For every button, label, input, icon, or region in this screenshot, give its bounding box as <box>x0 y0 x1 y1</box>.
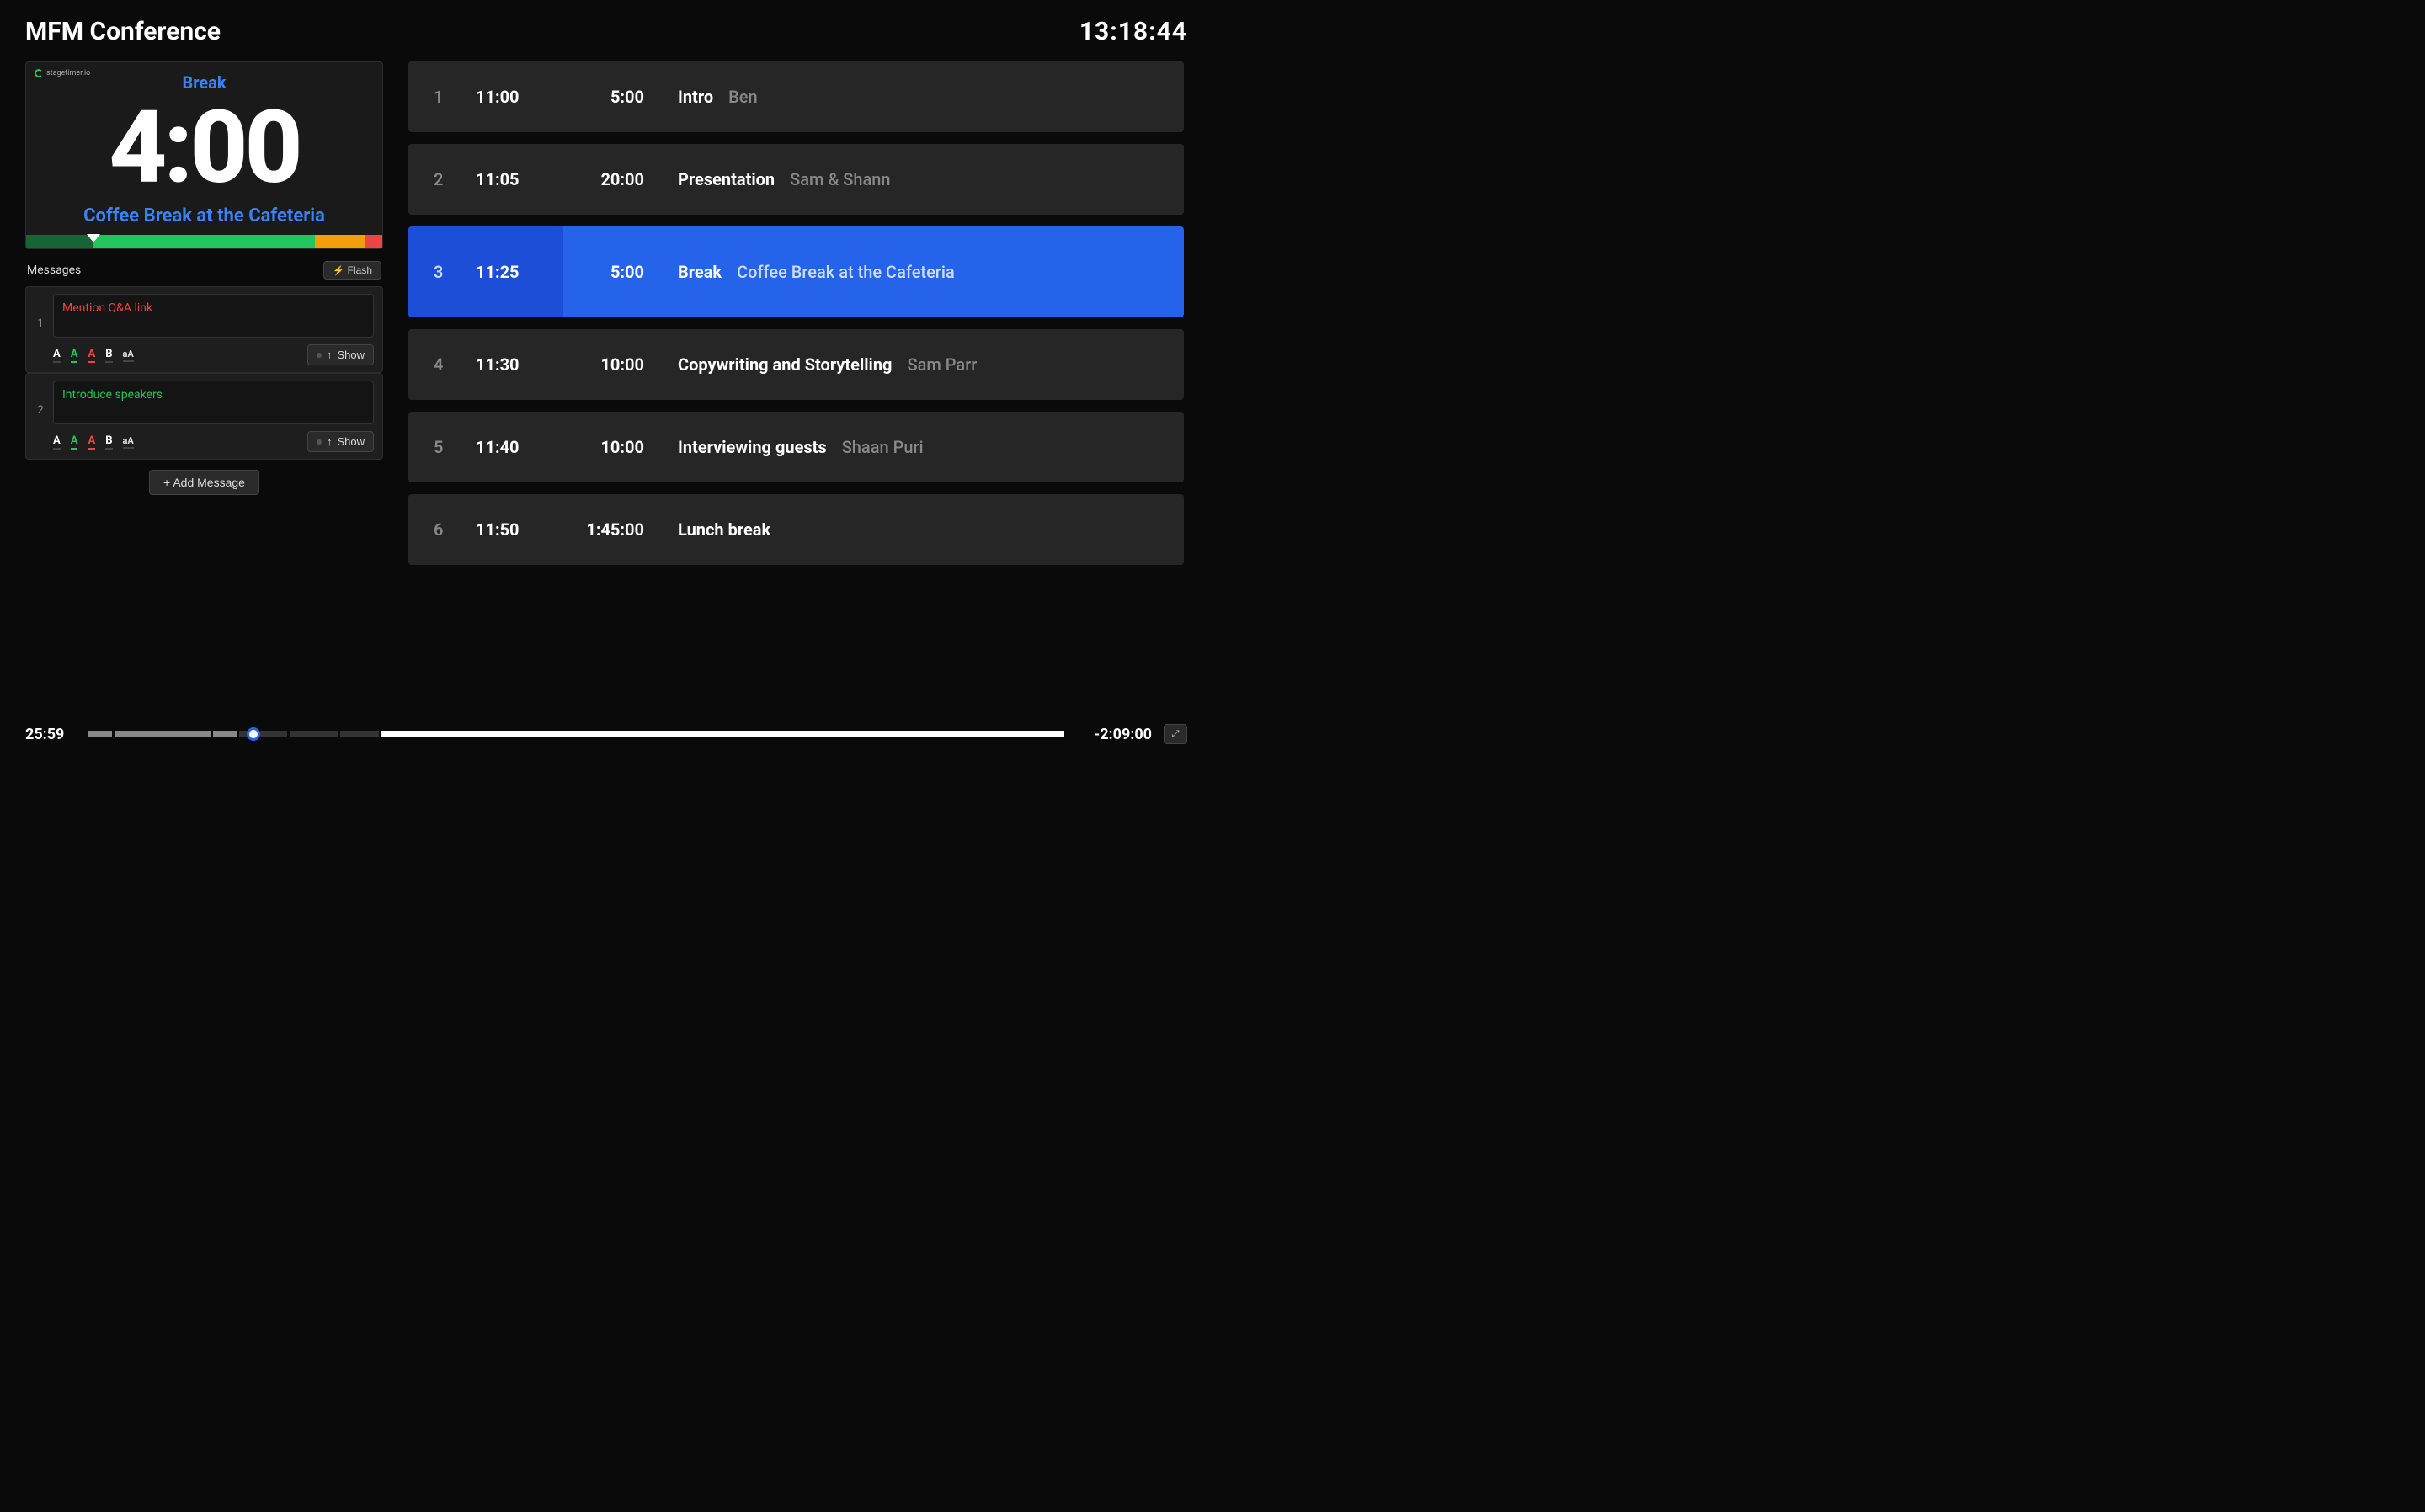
preview-time: 4:00 <box>35 98 374 199</box>
agenda-row[interactable]: 6 11:50 1:45:00 Lunch break <box>408 494 1184 565</box>
format-toolbar: A A A B aA <box>53 434 134 450</box>
bold-button[interactable]: B <box>105 348 112 363</box>
arrow-up-icon: ↑ <box>327 349 333 361</box>
agenda-start-time: 11:05 <box>476 169 568 189</box>
header: MFM Conference 13:18:44 <box>25 17 1187 46</box>
color-red-button[interactable]: A <box>88 434 95 450</box>
clock: 13:18:44 <box>1079 17 1187 46</box>
agenda-duration: 1:45:00 <box>568 519 678 540</box>
flash-button[interactable]: ⚡ Flash <box>323 261 381 280</box>
timeline-segment <box>381 731 1064 737</box>
case-button[interactable]: aA <box>123 435 134 449</box>
brand-logo: stagetimer.io <box>35 69 90 77</box>
color-white-button[interactable]: A <box>53 434 61 450</box>
message-card: 2 Introduce speakers A A A B aA ↑ Show <box>25 373 383 460</box>
progress-marker-icon <box>87 234 100 242</box>
agenda-number: 3 <box>434 262 476 282</box>
agenda-number: 5 <box>434 437 476 457</box>
message-card: 1 Mention Q&A link A A A B aA ↑ Show <box>25 286 383 373</box>
agenda-speaker: Sam Parr <box>907 354 977 375</box>
timeline-thumb[interactable] <box>247 727 260 741</box>
timeline-segment <box>115 731 211 737</box>
agenda-duration: 5:00 <box>568 87 678 107</box>
message-input[interactable]: Mention Q&A link <box>53 294 374 338</box>
timeline-segment <box>88 731 112 737</box>
bold-button[interactable]: B <box>105 434 112 450</box>
agenda-start-time: 11:50 <box>476 519 568 540</box>
agenda-row[interactable]: 4 11:30 10:00 Copywriting and Storytelli… <box>408 329 1184 400</box>
remaining-time: -2:09:00 <box>1076 726 1152 743</box>
agenda-list: 1 11:00 5:00 Intro Ben 2 11:05 20:00 Pre… <box>408 61 1187 702</box>
bolt-icon: ⚡ <box>333 265 344 276</box>
timeline-scrubber[interactable] <box>88 730 1064 738</box>
brand-icon <box>35 69 43 77</box>
agenda-row[interactable]: 1 11:00 5:00 Intro Ben <box>408 61 1184 132</box>
agenda-start-time: 11:00 <box>476 87 568 107</box>
timeline-segment <box>290 731 338 737</box>
brand-text: stagetimer.io <box>46 69 90 77</box>
agenda-number: 6 <box>434 519 476 540</box>
page-title: MFM Conference <box>25 17 221 46</box>
agenda-start-time: 11:25 <box>476 262 568 282</box>
agenda-row[interactable]: 5 11:40 10:00 Interviewing guests Shaan … <box>408 412 1184 482</box>
agenda-duration: 5:00 <box>568 262 678 282</box>
agenda-number: 1 <box>434 87 476 107</box>
agenda-title: Break <box>678 262 722 282</box>
status-dot-icon <box>317 439 322 445</box>
message-number: 2 <box>35 381 46 417</box>
show-message-button[interactable]: ↑ Show <box>307 431 374 452</box>
preview-progress <box>26 235 382 248</box>
case-button[interactable]: aA <box>123 349 134 362</box>
show-message-button[interactable]: ↑ Show <box>307 344 374 365</box>
agenda-number: 2 <box>434 169 476 189</box>
fullscreen-button[interactable]: ⤢ <box>1164 724 1187 744</box>
color-white-button[interactable]: A <box>53 348 61 363</box>
message-input[interactable]: Introduce speakers <box>53 381 374 424</box>
agenda-title: Interviewing guests <box>678 437 827 457</box>
status-dot-icon <box>317 353 322 358</box>
color-green-button[interactable]: A <box>71 348 78 363</box>
agenda-speaker: Sam & Shann <box>790 169 890 189</box>
timeline-segment <box>213 731 237 737</box>
agenda-speaker: Shaan Puri <box>842 437 924 457</box>
messages-heading: Messages <box>27 264 81 277</box>
fullscreen-icon: ⤢ <box>1172 729 1180 740</box>
agenda-title: Intro <box>678 87 713 107</box>
timeline-segment <box>340 731 379 737</box>
agenda-row[interactable]: 3 11:25 5:00 Break Coffee Break at the C… <box>408 226 1184 317</box>
timer-preview: stagetimer.io Break 4:00 Coffee Break at… <box>25 61 383 249</box>
color-red-button[interactable]: A <box>88 348 95 363</box>
arrow-up-icon: ↑ <box>327 435 333 448</box>
elapsed-time: 25:59 <box>25 726 76 743</box>
agenda-title: Copywriting and Storytelling <box>678 354 892 375</box>
preview-subtitle: Coffee Break at the Cafeteria <box>35 205 374 226</box>
agenda-start-time: 11:40 <box>476 437 568 457</box>
agenda-duration: 10:00 <box>568 437 678 457</box>
format-toolbar: A A A B aA <box>53 348 134 363</box>
footer-timeline: 25:59 -2:09:00 ⤢ <box>25 712 1187 756</box>
agenda-start-time: 11:30 <box>476 354 568 375</box>
agenda-duration: 10:00 <box>568 354 678 375</box>
agenda-title: Presentation <box>678 169 775 189</box>
agenda-row[interactable]: 2 11:05 20:00 Presentation Sam & Shann <box>408 144 1184 215</box>
message-number: 1 <box>35 294 46 330</box>
agenda-speaker: Ben <box>728 87 757 107</box>
agenda-number: 4 <box>434 354 476 375</box>
color-green-button[interactable]: A <box>71 434 78 450</box>
agenda-duration: 20:00 <box>568 169 678 189</box>
agenda-speaker: Coffee Break at the Cafeteria <box>737 262 955 282</box>
agenda-title: Lunch break <box>678 519 770 540</box>
add-message-button[interactable]: + Add Message <box>149 470 259 495</box>
